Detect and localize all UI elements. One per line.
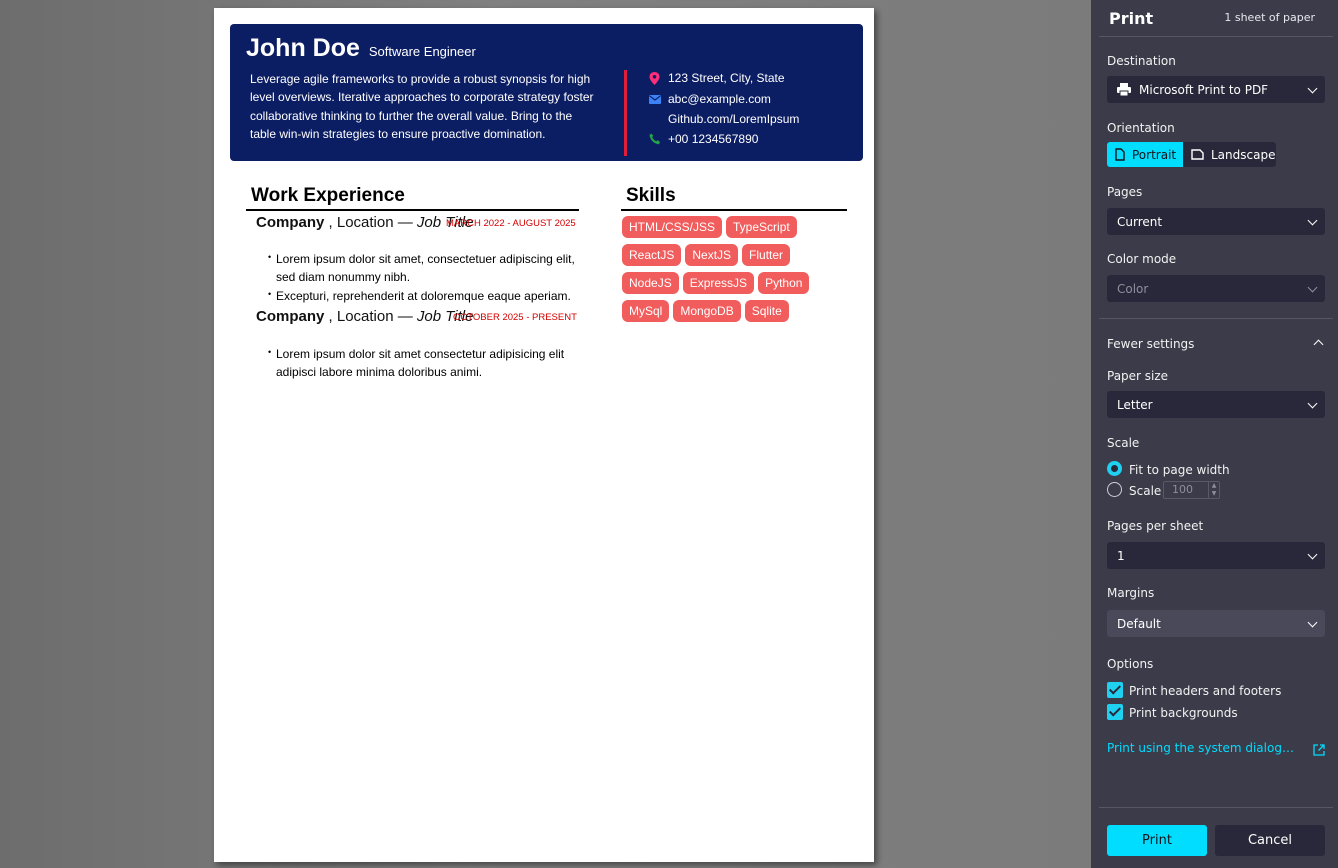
skills-list: HTML/CSS/JSS TypeScript ReactJS NextJS F… — [622, 216, 847, 322]
resume-page: John Doe Software Engineer Leverage agil… — [214, 8, 874, 862]
chevron-down-icon — [1307, 83, 1318, 94]
portrait-icon — [1115, 148, 1125, 161]
resume-name: John Doe — [246, 34, 360, 62]
pages-per-sheet-select[interactable]: 1 — [1107, 542, 1325, 569]
headers-footers-label: Print headers and footers — [1129, 684, 1282, 698]
skill-chip: HTML/CSS/JSS — [622, 216, 723, 238]
printer-icon — [1117, 83, 1131, 96]
scale-input[interactable]: 100 ▲ ▼ — [1163, 481, 1220, 499]
scale-radio[interactable] — [1107, 482, 1122, 497]
skill-chip: TypeScript — [726, 216, 797, 238]
skill-chip: MongoDB — [673, 300, 741, 322]
portrait-button[interactable]: Portrait — [1107, 142, 1183, 167]
external-link-icon[interactable] — [1313, 741, 1325, 760]
skill-chip: NodeJS — [622, 272, 679, 294]
job-entry-1-bullet: • Lorem ipsum dolor sit amet, consectetue… — [268, 252, 575, 285]
skill-chip: Sqlite — [744, 300, 789, 322]
chevron-up-icon[interactable] — [1313, 339, 1324, 350]
pages-per-sheet-label: Pages per sheet — [1107, 519, 1204, 533]
paper-size-select[interactable]: Letter — [1107, 391, 1325, 418]
margins-select[interactable]: Default — [1107, 610, 1325, 637]
scale-label: Scale — [1107, 436, 1140, 450]
divider — [1099, 36, 1333, 37]
pages-select[interactable]: Current — [1107, 208, 1325, 235]
fewer-settings-toggle[interactable]: Fewer settings — [1107, 337, 1194, 351]
chevron-down-icon — [1307, 549, 1318, 560]
job-entry-2-bullet: • Lorem ipsum dolor sit amet consectetur … — [268, 347, 565, 380]
orientation-label: Orientation — [1107, 121, 1175, 135]
paper-size-label: Paper size — [1107, 369, 1169, 383]
contact-email: abc@example.com — [648, 92, 771, 106]
mail-icon — [648, 93, 661, 106]
contact-address: 123 Street, City, State — [648, 71, 785, 85]
contact-github: Github.com/LoremIpsum — [648, 112, 799, 126]
section-rule — [621, 209, 847, 211]
skill-chip: MySql — [622, 300, 670, 322]
skills-heading: Skills — [626, 185, 676, 206]
chevron-down-icon — [1307, 215, 1318, 226]
resume-header: John Doe Software Engineer Leverage agil… — [230, 24, 863, 161]
job-entry-1-bullet: • Excepturi, reprehenderit at doloremque … — [268, 289, 571, 303]
fit-to-page-label: Fit to page width — [1129, 463, 1230, 477]
section-rule — [246, 209, 579, 211]
skill-chip: Flutter — [742, 244, 791, 266]
options-label: Options — [1107, 657, 1154, 671]
system-dialog-link[interactable]: Print using the system dialog… — [1107, 741, 1294, 755]
scale-option-label: Scale — [1129, 484, 1162, 498]
skill-chip: ExpressJS — [682, 272, 755, 294]
location-pin-icon — [648, 71, 661, 85]
print-settings-panel: Print 1 sheet of paper Destination Micro… — [1091, 0, 1338, 868]
backgrounds-checkbox[interactable] — [1107, 704, 1123, 720]
margins-label: Margins — [1107, 586, 1155, 600]
landscape-button[interactable]: Landscape — [1183, 142, 1276, 167]
landscape-icon — [1191, 149, 1204, 160]
github-icon — [648, 113, 661, 126]
phone-icon — [648, 133, 661, 146]
divider — [1099, 318, 1333, 319]
color-mode-label: Color mode — [1107, 252, 1177, 266]
spinner-icon[interactable]: ▲ ▼ — [1208, 482, 1219, 498]
divider — [1099, 807, 1333, 808]
destination-label: Destination — [1107, 54, 1176, 68]
backgrounds-label: Print backgrounds — [1129, 706, 1238, 720]
fit-to-page-radio[interactable] — [1107, 461, 1122, 476]
chevron-down-icon — [1307, 398, 1318, 409]
print-title: Print — [1109, 9, 1154, 28]
skill-chip: NextJS — [685, 244, 739, 266]
skill-chip: Python — [758, 272, 810, 294]
pages-label: Pages — [1107, 185, 1143, 199]
job-entry-2-dates: OCTOBER 2025 - PRESENT — [453, 312, 577, 323]
print-preview-area: John Doe Software Engineer Leverage agil… — [0, 0, 1091, 868]
contact-phone: +00 1234567890 — [648, 132, 758, 146]
sheet-count: 1 sheet of paper — [1224, 11, 1315, 24]
headers-footers-checkbox[interactable] — [1107, 682, 1123, 698]
job-entry-1-dates: MARCH 2022 - AUGUST 2025 — [446, 218, 576, 229]
chevron-down-icon — [1307, 617, 1318, 628]
resume-title: Software Engineer — [368, 44, 476, 59]
color-mode-select[interactable]: Color — [1107, 275, 1325, 302]
header-divider — [624, 70, 627, 156]
chevron-down-icon — [1307, 282, 1318, 293]
skill-chip: ReactJS — [622, 244, 682, 266]
work-experience-heading: Work Experience — [251, 185, 405, 206]
print-button[interactable]: Print — [1107, 825, 1207, 856]
destination-select[interactable]: Microsoft Print to PDF — [1107, 76, 1325, 103]
cancel-button[interactable]: Cancel — [1215, 825, 1325, 856]
resume-summary: Leverage agile frameworks to provide a r… — [250, 72, 594, 141]
